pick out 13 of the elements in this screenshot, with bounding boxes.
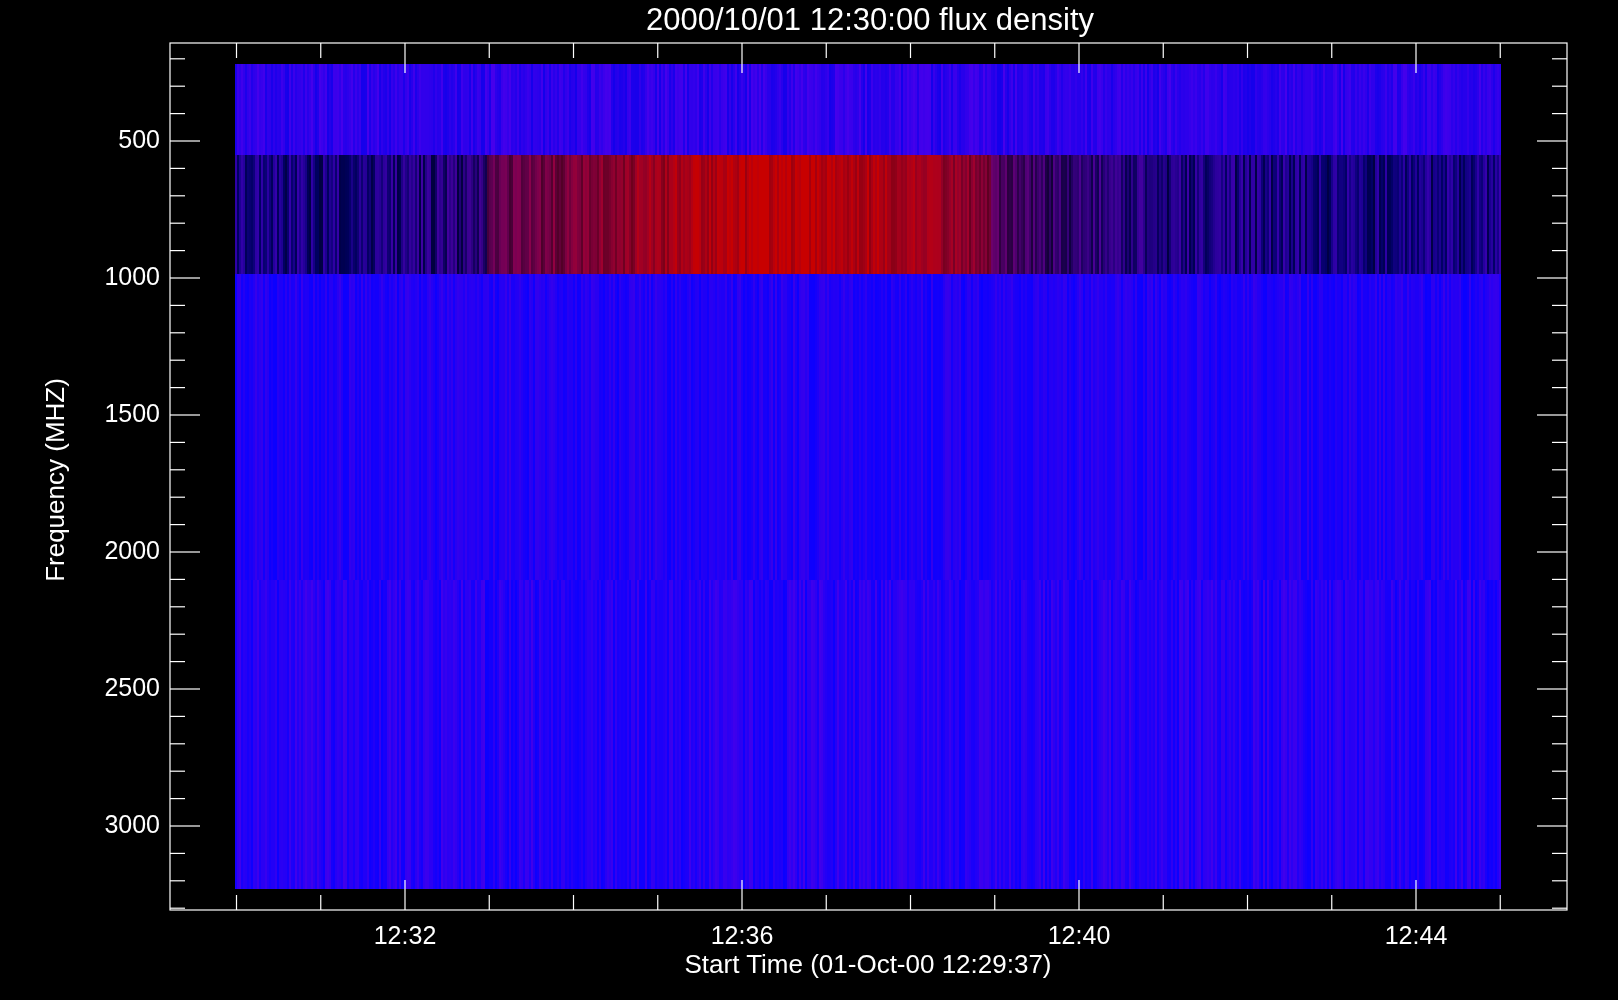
axis-title: Frequency (MHZ) [39, 378, 70, 582]
axis-tick-label: 12:40 [1047, 920, 1111, 949]
axis-tick-label: 1500 [104, 398, 160, 427]
plot-title: 2000/10/01 12:30:00 flux density [645, 2, 1095, 38]
axis-tick-label: 12:44 [1384, 920, 1448, 949]
axis-tick-label: 2500 [104, 672, 160, 701]
axis-tick-label: 12:32 [373, 920, 437, 949]
axis-tick-label: 1000 [104, 261, 160, 290]
axis-title: Start Time (01-Oct-00 12:29:37) [684, 948, 1052, 979]
axis-tick-label: 500 [118, 124, 160, 153]
axis-tick-label: 3000 [104, 809, 160, 838]
axis-tick-label: 2000 [104, 535, 160, 564]
axis-tick-label: 12:36 [710, 920, 774, 949]
